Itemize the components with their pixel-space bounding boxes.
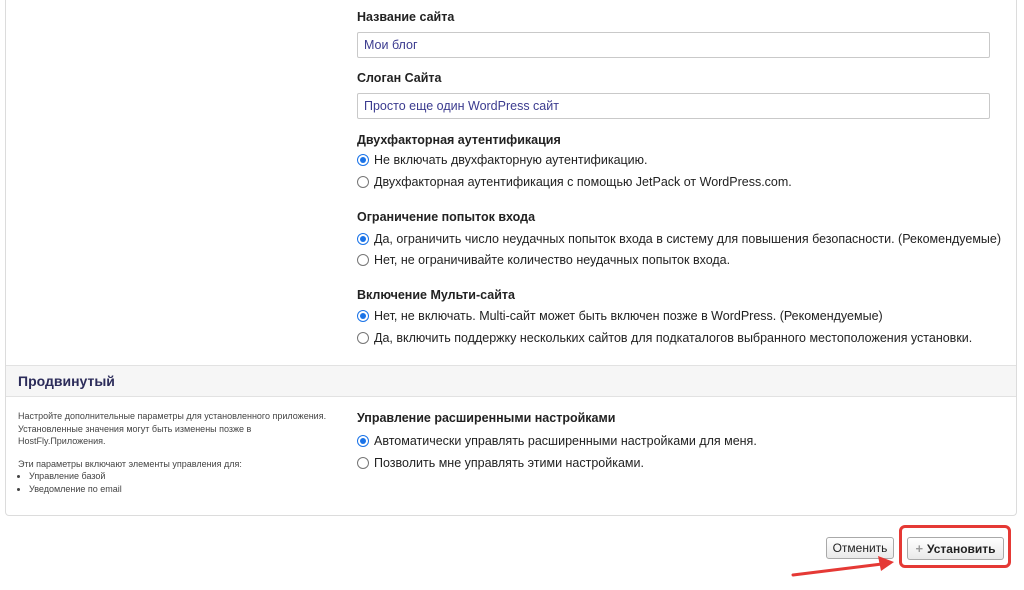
install-form-page: Название сайта Мои блог Слоган Сайта Про… <box>0 0 1024 590</box>
login-limit-option-label: Да, ограничить число неудачных попыток в… <box>374 232 1002 246</box>
arrow-icon <box>791 556 894 577</box>
list-item: Уведомление по email <box>29 483 336 496</box>
advanced-description: Настройте дополнительные параметры для у… <box>18 410 336 495</box>
advanced-option-label: Позволить мне управлять этими настройкам… <box>374 456 644 470</box>
advanced-controls-intro: Эти параметры включают элементы управлен… <box>18 458 242 469</box>
two-factor-option-label: Не включать двухфакторную аутентификацию… <box>374 153 648 167</box>
multisite-option-no[interactable]: Нет, не включать. Multi-сайт может быть … <box>357 309 883 323</box>
advanced-option-auto[interactable]: Автоматически управлять расширенными нас… <box>357 434 757 448</box>
login-limit-option-yes[interactable]: Да, ограничить число неудачных попыток в… <box>357 232 1001 246</box>
two-factor-label: Двухфакторная аутентификация <box>357 133 561 147</box>
login-limit-label: Ограничение попыток входа <box>357 210 536 224</box>
two-factor-option-disable[interactable]: Не включать двухфакторную аутентификацию… <box>357 153 648 167</box>
radio-unchecked-icon[interactable] <box>357 254 369 266</box>
multisite-option-yes[interactable]: Да, включить поддержку нескольких сайтов… <box>357 331 972 345</box>
two-factor-option-label: Двухфакторная аутентификация с помощью J… <box>374 175 792 189</box>
advanced-option-label: Автоматически управлять расширенными нас… <box>374 434 757 448</box>
two-factor-option-jetpack[interactable]: Двухфакторная аутентификация с помощью J… <box>357 175 792 189</box>
advanced-section-header: Продвинутый <box>6 365 1016 397</box>
radio-unchecked-icon[interactable] <box>357 332 369 344</box>
site-name-label: Название сайта <box>357 10 455 24</box>
radio-checked-icon[interactable] <box>357 435 369 447</box>
highlight-box <box>899 525 1011 568</box>
radio-unchecked-icon[interactable] <box>357 176 369 188</box>
multisite-label: Включение Мульти-сайта <box>357 288 515 302</box>
site-name-input[interactable]: Мои блог <box>357 32 990 58</box>
radio-checked-icon[interactable] <box>357 233 369 245</box>
multisite-option-label: Да, включить поддержку нескольких сайтов… <box>374 331 973 345</box>
list-item: Управление базой <box>29 470 336 483</box>
radio-unchecked-icon[interactable] <box>357 457 369 469</box>
site-slogan-label: Слоган Сайта <box>357 71 442 85</box>
radio-checked-icon[interactable] <box>357 310 369 322</box>
radio-checked-icon[interactable] <box>357 154 369 166</box>
advanced-manage-label: Управление расширенными настройками <box>357 411 616 425</box>
multisite-option-label: Нет, не включать. Multi-сайт может быть … <box>374 309 883 323</box>
login-limit-option-no[interactable]: Нет, не ограничивайте количество неудачн… <box>357 253 730 267</box>
advanced-section-title: Продвинутый <box>18 373 115 389</box>
site-slogan-input[interactable]: Просто еще один WordPress сайт <box>357 93 990 119</box>
advanced-description-text: Настройте дополнительные параметры для у… <box>18 411 327 446</box>
advanced-option-manual[interactable]: Позволить мне управлять этими настройкам… <box>357 456 644 470</box>
login-limit-option-label: Нет, не ограничивайте количество неудачн… <box>374 253 731 267</box>
advanced-controls-list: Управление базой Уведомление по email <box>18 470 336 495</box>
